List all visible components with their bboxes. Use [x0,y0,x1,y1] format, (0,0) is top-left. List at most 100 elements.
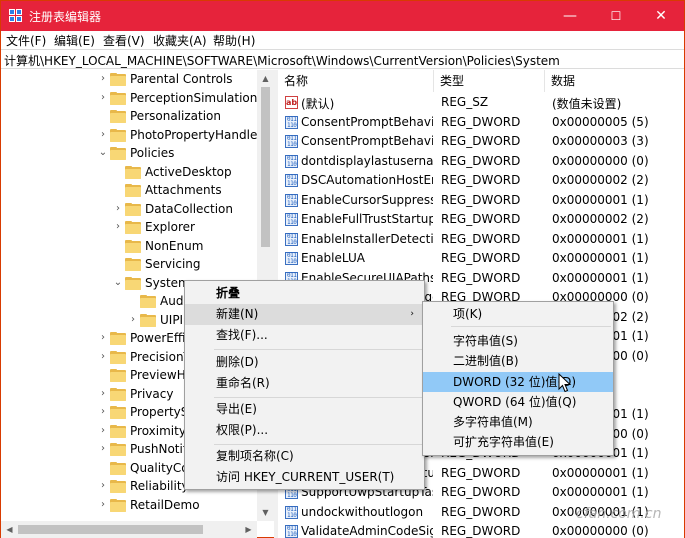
menu-separator [214,397,422,398]
collapse-arrow-icon[interactable]: ⌄ [113,277,123,288]
tree-node[interactable]: › DataCollection [1,201,257,219]
submenu-item-multi-string-value[interactable]: 多字符串值(M) [423,412,613,432]
menu-item-permissions[interactable]: 权限(P)... [185,420,424,441]
menu-item-new[interactable]: 新建(N) › [185,304,424,325]
tree-node[interactable]: ⌄ Policies [1,145,257,163]
close-button[interactable]: ✕ [638,1,684,31]
collapse-arrow-icon[interactable]: ⌄ [98,148,108,158]
expand-arrow-icon[interactable]: › [98,92,108,103]
scroll-down-arrow-icon[interactable]: ▼ [257,504,274,521]
expand-arrow-icon[interactable]: › [98,333,108,343]
folder-icon [110,128,126,142]
menu-item-collapse[interactable]: 折叠 [185,283,424,304]
tree-node-label[interactable]: Privacy [130,387,173,401]
title-bar[interactable]: 注册表编辑器 — ☐ ✕ [1,1,684,31]
tree-node-label[interactable]: Explorer [145,220,195,234]
value-type: REG_DWORD [441,504,521,519]
tree-node[interactable]: › PerceptionSimulationExt [1,90,273,108]
value-row[interactable]: 011110EnableInstallerDetection REG_DWORD 0… [278,230,684,249]
value-row[interactable]: 011110EnableFullTrustStartupTasks REG_DWO… [278,210,684,229]
submenu-item-expandable-string-value[interactable]: 可扩充字符串值(E) [423,432,613,452]
tree-node[interactable]: › Parental Controls [1,71,257,89]
scroll-thumb[interactable] [261,87,270,247]
menu-item-rename[interactable]: 重命名(R) [185,373,424,394]
expand-arrow-icon[interactable]: › [98,129,108,140]
expand-arrow-icon[interactable]: › [98,407,108,417]
menu-item-delete[interactable]: 删除(D) [185,352,424,373]
column-header-type[interactable]: 类型 [434,70,545,92]
menu-view[interactable]: 查看(V) [103,32,145,49]
tree-node-label[interactable]: Policies [130,146,174,160]
tree-node-label[interactable]: UIPI [160,313,183,327]
scroll-up-arrow-icon[interactable]: ▲ [257,70,274,87]
tree-node-label[interactable]: Attachments [145,183,222,197]
submenu-item-binary-value[interactable]: 二进制值(B) [423,351,613,371]
column-header-name[interactable]: 名称 [278,70,434,92]
value-row[interactable]: 011110ConsentPromptBehaviorUser REG_DWORD… [278,132,684,151]
column-header-data[interactable]: 数据 [545,70,684,92]
expand-arrow-icon[interactable]: › [98,425,108,436]
value-row[interactable]: ab (默认) REG_SZ (数值未设置) [278,93,684,112]
menu-item-export[interactable]: 导出(E) [185,399,424,420]
tree-node-label[interactable]: PerceptionSimulationExt [130,91,273,105]
expand-arrow-icon[interactable]: › [113,203,123,214]
expand-arrow-icon[interactable]: › [98,444,108,454]
scroll-left-arrow-icon[interactable]: ◀ [1,521,18,538]
value-row[interactable]: 011110EnableCursorSuppression REG_DWORD 0x… [278,191,684,210]
expand-arrow-icon[interactable]: › [98,388,108,399]
menu-item-find[interactable]: 查找(F)... [185,325,424,346]
folder-icon [110,443,126,456]
hscroll-thumb[interactable] [18,525,203,534]
expand-arrow-icon [98,463,108,473]
submenu-item-key[interactable]: 项(K) [423,304,613,324]
expand-arrow-icon[interactable]: › [98,351,108,362]
value-type: REG_DWORD [441,485,521,499]
scroll-right-arrow-icon[interactable]: ▶ [240,521,257,538]
tree-node-label[interactable]: NonEnum [145,239,203,253]
value-row[interactable]: 011110DSCAutomationHostEnabled REG_DWORD 0… [278,171,684,190]
folder-icon [110,387,126,401]
value-row[interactable]: 011 110 EnableLUA REG_DWORD 0x00000001 (1) [278,249,684,268]
tree-node[interactable]: NonEnum [1,238,257,256]
tree-node-label[interactable]: Personalization [130,109,221,123]
menu-edit[interactable]: 编辑(E) [54,32,95,49]
tree-node-label[interactable]: Parental Controls [130,72,233,86]
submenu-item-dword-value[interactable]: DWORD (32 位)值(D) [423,372,613,392]
address-bar[interactable]: 计算机\HKEY_LOCAL_MACHINE\SOFTWARE\Microsof… [1,49,684,69]
value-row[interactable]: 011110ConsentPromptBehaviorAdmin REG_DWOR… [278,113,684,132]
tree-node[interactable]: › RetailDemo [1,497,257,515]
tree-node[interactable]: Attachments [1,182,257,200]
expand-arrow-icon[interactable]: › [113,222,123,232]
tree-node-label[interactable]: DataCollection [145,202,233,216]
tree-node[interactable]: Personalization [1,108,257,126]
expand-arrow-icon[interactable]: › [98,499,108,510]
tree-node-label[interactable]: Reliability [130,479,189,493]
tree-node-label[interactable]: RetailDemo [130,498,200,512]
menu-separator [214,444,422,445]
menu-item-copy-key-name[interactable]: 复制项名称(C) [185,446,424,467]
binary-value-icon: 011110 [285,154,298,168]
menu-item-visit-hkcu[interactable]: 访问 HKEY_CURRENT_USER(T) [185,467,424,488]
maximize-button[interactable]: ☐ [593,1,639,31]
submenu-item-string-value[interactable]: 字符串值(S) [423,331,613,351]
tree-horizontal-scrollbar[interactable]: ◀ ▶ [1,521,257,538]
tree-node-label[interactable]: Proximity [130,424,186,438]
tree-node-label[interactable]: ActiveDesktop [145,165,232,179]
tree-node[interactable]: › Explorer [1,219,257,237]
menu-file[interactable]: 文件(F) [6,32,46,49]
address-path[interactable]: 计算机\HKEY_LOCAL_MACHINE\SOFTWARE\Microsof… [4,52,560,69]
menu-help[interactable]: 帮助(H) [213,32,255,49]
expand-arrow-icon[interactable]: › [98,481,108,491]
tree-node[interactable]: Servicing [1,256,257,274]
tree-node-label[interactable]: Servicing [145,257,201,271]
tree-node[interactable]: › PhotoPropertyHandler [1,127,262,145]
minimize-button[interactable]: — [547,1,593,31]
value-row[interactable]: 011110dontdisplaylastusername REG_DWORD 0x… [278,152,684,171]
submenu-item-qword-value[interactable]: QWORD (64 位)值(Q) [423,392,613,412]
tree-node[interactable]: ActiveDesktop [1,164,257,182]
tree-node-label[interactable]: PhotoPropertyHandler [130,128,262,142]
menu-favorites[interactable]: 收藏夹(A) [153,32,207,49]
mouse-pointer-icon [558,373,572,393]
expand-arrow-icon[interactable]: › [98,74,108,84]
expand-arrow-icon[interactable]: › [128,314,138,325]
